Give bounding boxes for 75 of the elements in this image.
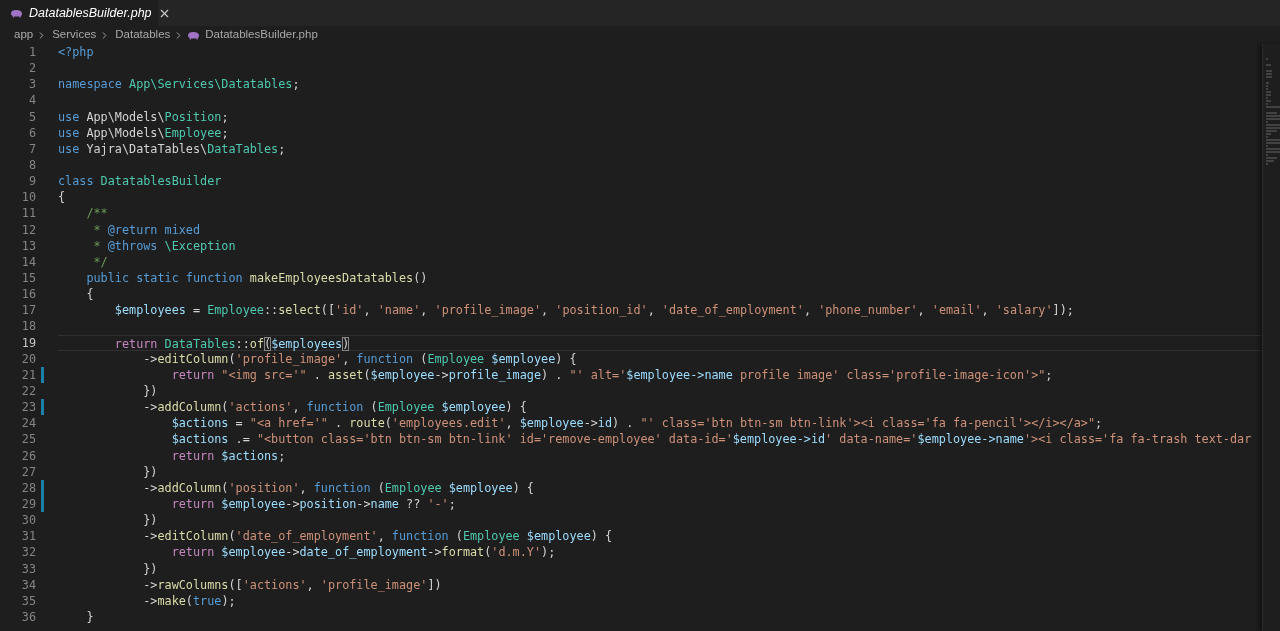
- code-line: }): [142, 382, 158, 400]
- code-line: use Yajra\DataTables\DataTables;: [58, 140, 286, 157]
- code-line: ->editColumn('profile_image', function (Employee $employee) {: [142, 351, 577, 367]
- code-line: return $actions;: [170, 447, 286, 464]
- line-number: 29: [20, 495, 36, 513]
- line-number: 16: [20, 286, 36, 303]
- code-line: ->editColumn('date_of_employment', function (Employee $employee) {: [142, 528, 613, 545]
- breadcrumb-item[interactable]: app: [14, 26, 34, 44]
- code-line: * @return mixed: [92, 221, 201, 238]
- code-line: {: [58, 189, 66, 206]
- code-line: return "<img src='" . asset($employee->profile_image) . "' alt='$employee->name profile image' class='profile-image-icon'>";: [170, 366, 1053, 383]
- code-line: namespace App\Services\Datatables;: [58, 76, 300, 93]
- line-number: 34: [20, 576, 36, 593]
- code-line: $actions = "<a href='" . route('employees.edit', $employee->id) . "' class='btn btn-sm btn-link'><i class='fa fa-pencil'></i></a>";: [170, 415, 1103, 432]
- line-number: 25: [20, 431, 36, 448]
- code-line: }): [142, 463, 158, 480]
- breadcrumb-item[interactable]: DatatablesBuilder.php: [205, 26, 318, 44]
- line-number: 35: [20, 592, 36, 609]
- code-line: }: [85, 608, 94, 626]
- line-number: 13: [20, 237, 36, 254]
- line-number: 24: [20, 415, 36, 432]
- line-number: 26: [20, 447, 36, 464]
- code-line: }): [142, 560, 158, 577]
- line-number: 19: [20, 334, 36, 351]
- code-line: {: [85, 286, 94, 303]
- code-line: <?php: [58, 44, 94, 61]
- breadcrumb-item[interactable]: Datatables: [115, 26, 171, 44]
- code-line: public static function makeEmployeesDatatables(): [85, 269, 428, 287]
- line-number: 5: [27, 108, 36, 125]
- line-number: 9: [27, 173, 36, 190]
- elephant-icon: [10, 8, 23, 18]
- line-number: 18: [20, 318, 36, 335]
- line-number: 3: [27, 76, 36, 93]
- tab-label: DatatablesBuilder.php: [29, 4, 152, 22]
- code-line: return $employee->position->name ?? '-';: [170, 495, 456, 513]
- line-number: 28: [20, 479, 36, 496]
- code-line: ->addColumn('actions', function (Employee $employee) {: [142, 399, 527, 416]
- code-line: $actions .= "<button class='btn btn-sm btn-link' id='remove-employee' data-id='$employee->id' data-name='$employee->name'><i class='fa fa-trash text-dar: [170, 431, 1252, 448]
- line-number: 12: [20, 221, 36, 238]
- line-number: 2: [27, 60, 36, 77]
- line-number: 32: [20, 544, 36, 561]
- code-line: */: [92, 253, 108, 270]
- line-number: 10: [20, 189, 36, 206]
- line-number: 4: [27, 92, 36, 109]
- line-number: 22: [20, 382, 36, 400]
- line-number: 33: [20, 560, 36, 577]
- code-line: ->rawColumns(['actions', 'profile_image']): [142, 576, 442, 593]
- code-line: ->addColumn('position', function (Employee $employee) {: [142, 479, 534, 496]
- code-line: ->make(true);: [142, 592, 236, 609]
- line-number: 7: [27, 140, 36, 157]
- code-line: class DatatablesBuilder: [58, 173, 222, 190]
- code-line: }): [142, 512, 158, 529]
- line-number: 1: [27, 44, 36, 61]
- line-number: 20: [20, 350, 36, 367]
- line-number: 17: [20, 302, 36, 319]
- code-line: use App\Models\Position;: [58, 108, 229, 125]
- code-line: * @throws \Exception: [92, 237, 236, 254]
- line-number: 31: [20, 528, 36, 545]
- line-number: 27: [20, 463, 36, 480]
- code-line: $employees = Employee::select(['id', 'name', 'profile_image', 'position_id', 'date_of_employment', 'phone_number', 'email', 'salary']);: [113, 302, 1074, 319]
- line-number: 30: [20, 512, 36, 529]
- line-number: 21: [20, 366, 36, 383]
- breadcrumb-item[interactable]: Services: [52, 26, 97, 44]
- line-number: 23: [20, 399, 36, 416]
- code-line: return DataTables::of($employees): [113, 335, 350, 350]
- line-number: 14: [20, 253, 36, 270]
- line-number: 11: [20, 205, 36, 222]
- code-line: use App\Models\Employee;: [58, 124, 229, 141]
- line-number: 15: [20, 269, 36, 287]
- code-line: /**: [85, 205, 108, 222]
- line-number: 8: [27, 157, 36, 174]
- line-number: 6: [27, 124, 36, 141]
- code-line: return $employee->date_of_employment->format('d.m.Y');: [170, 544, 556, 561]
- line-number: 36: [20, 608, 36, 626]
- elephant-icon: [187, 30, 201, 40]
